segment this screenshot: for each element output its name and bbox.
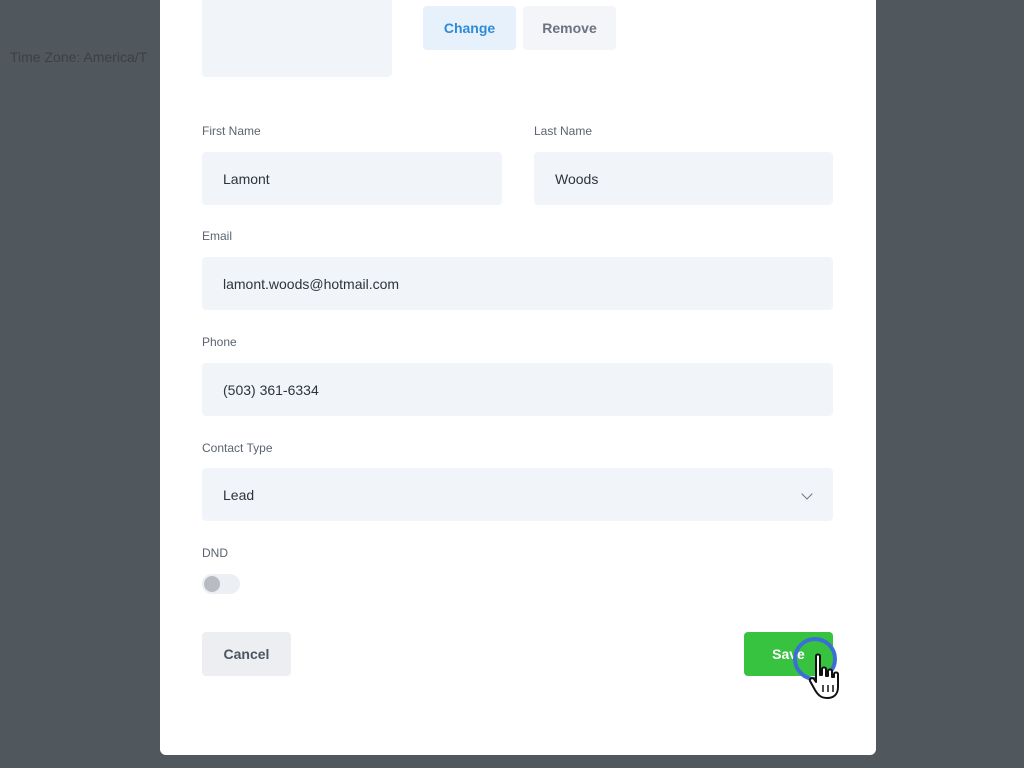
remove-avatar-button[interactable]: Remove [523, 6, 616, 50]
email-field[interactable]: lamont.woods@hotmail.com [202, 257, 833, 310]
dnd-toggle-knob [204, 576, 220, 592]
contact-type-label: Contact Type [202, 441, 273, 455]
phone-field[interactable]: (503) 361-6334 [202, 363, 833, 416]
dnd-label: DND [202, 546, 228, 560]
avatar-preview [202, 0, 392, 77]
background-timezone-text: Time Zone: America/T [10, 49, 148, 65]
contact-type-select[interactable]: Lead [202, 468, 833, 521]
contact-type-value: Lead [223, 486, 255, 503]
last-name-field[interactable]: Woods [534, 152, 833, 205]
chevron-down-icon [801, 488, 813, 500]
cancel-button[interactable]: Cancel [202, 632, 291, 676]
edit-contact-modal: Change Remove First Name Lamont Last Nam… [160, 0, 876, 755]
email-label: Email [202, 229, 233, 243]
save-button[interactable]: Save [744, 632, 833, 676]
last-name-label: Last Name [534, 124, 593, 138]
first-name-label: First Name [202, 124, 261, 138]
first-name-field[interactable]: Lamont [202, 152, 502, 205]
change-avatar-button[interactable]: Change [423, 6, 516, 50]
phone-label: Phone [202, 335, 237, 349]
dnd-toggle[interactable] [202, 574, 240, 594]
